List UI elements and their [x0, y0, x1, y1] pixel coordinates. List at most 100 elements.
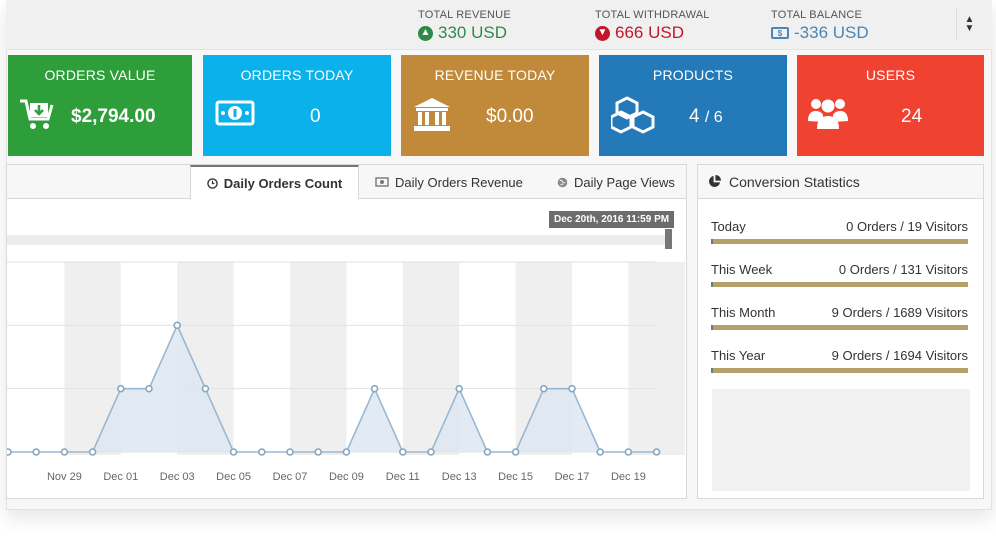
- row-value: 0 Orders / 19 Visitors: [846, 219, 968, 234]
- x-tick-label: Dec 03: [160, 471, 195, 483]
- progress-bar: [711, 368, 968, 373]
- data-point[interactable]: [201, 384, 210, 393]
- data-point[interactable]: [427, 448, 435, 456]
- x-tick-label: Dec 19: [611, 471, 646, 483]
- orders-chart-panel: Daily Orders Count Daily Orders Revenue …: [6, 164, 687, 499]
- tile-value: 24: [901, 106, 923, 127]
- x-tick-label: Dec 13: [442, 471, 477, 483]
- progress-bar: [711, 282, 968, 287]
- tab-label: Daily Page Views: [574, 174, 675, 190]
- tile-value: $0.00: [486, 106, 534, 127]
- tile-revenue-today[interactable]: REVENUE TODAY $0.00: [401, 55, 589, 156]
- x-tick-label: Dec 15: [498, 471, 533, 483]
- progress-bar: [711, 239, 968, 244]
- tab-label: Daily Orders Count: [223, 175, 343, 191]
- tab-label: Daily Orders Revenue: [395, 174, 523, 190]
- data-point[interactable]: [145, 384, 153, 393]
- progress-bar: [711, 325, 968, 330]
- tab-daily-page-views[interactable]: Daily Page Views: [557, 165, 675, 199]
- tile-title: USERS: [865, 67, 916, 83]
- chart-tabs: Daily Orders Count Daily Orders Revenue …: [7, 165, 686, 200]
- total-balance: TOTAL BALANCE $ -336 USD: [771, 9, 869, 43]
- cart-download-icon: [20, 99, 54, 129]
- tile-value: 0: [310, 106, 321, 127]
- orders-count-chart: Nov 29 Dec 01 Dec 03 Dec 05 Dec 07 Dec 09 Dec …: [7, 261, 685, 483]
- row-value: 9 Orders / 1694 Visitors: [831, 348, 968, 363]
- x-tick-label: Dec 11: [386, 471, 420, 483]
- total-revenue-label: TOTAL REVENUE: [418, 9, 511, 21]
- data-point[interactable]: [229, 448, 238, 456]
- row-value: 0 Orders / 131 Visitors: [838, 262, 968, 277]
- tile-value: 4 / 6: [689, 106, 723, 128]
- users-icon: [808, 99, 848, 129]
- data-point[interactable]: [258, 448, 266, 456]
- x-tick-label: Dec 01: [103, 471, 138, 483]
- grid-band: [290, 262, 347, 455]
- total-balance-label: TOTAL BALANCE: [771, 9, 863, 21]
- data-point[interactable]: [32, 448, 41, 456]
- products-count: 4: [689, 106, 700, 127]
- data-point[interactable]: [286, 448, 294, 456]
- tile-orders-today[interactable]: ORDERS TODAY 0: [203, 55, 391, 156]
- conversion-header: Conversion Statistics: [698, 165, 983, 199]
- sort-toggle-icon[interactable]: ▲ ▼: [956, 8, 982, 40]
- row-label: This Month: [711, 305, 776, 320]
- tile-value: $2,794.00: [71, 106, 156, 127]
- data-point[interactable]: [483, 448, 492, 456]
- cubes-icon: [611, 96, 655, 134]
- data-point[interactable]: [342, 448, 351, 456]
- money-icon: $: [771, 27, 789, 39]
- data-point[interactable]: [455, 384, 464, 393]
- grid-band: [628, 262, 685, 455]
- total-revenue: TOTAL REVENUE ▲ 330 USD: [418, 9, 511, 43]
- bank-icon: [414, 98, 450, 131]
- tile-title: PRODUCTS: [652, 67, 734, 83]
- conversion-panel: Conversion Statistics Today 0 Orders / 1…: [697, 164, 984, 499]
- data-point[interactable]: [370, 384, 379, 393]
- total-withdrawal-label: TOTAL WITHDRAWAL: [595, 9, 710, 21]
- data-point[interactable]: [539, 384, 548, 393]
- tab-daily-orders-revenue[interactable]: Daily Orders Revenue: [375, 165, 523, 199]
- data-point[interactable]: [7, 448, 12, 456]
- timeline-scroll-handle[interactable]: [665, 229, 672, 249]
- tile-products[interactable]: PRODUCTS 4 / 6: [599, 55, 787, 156]
- data-point[interactable]: [624, 448, 633, 456]
- row-label: This Year: [711, 348, 766, 363]
- date-tooltip: Dec 20th, 2016 11:59 PM: [549, 211, 675, 228]
- clock-icon: [206, 177, 218, 189]
- data-point[interactable]: [596, 448, 605, 456]
- data-point[interactable]: [60, 448, 69, 456]
- x-tick-label: Nov 29: [47, 471, 82, 483]
- tile-title: ORDERS TODAY: [240, 67, 354, 83]
- total-balance-value: -336 USD: [794, 23, 869, 42]
- conversion-empty-area: [712, 389, 970, 491]
- row-label: This Week: [711, 262, 773, 277]
- totals-bar: TOTAL REVENUE ▲ 330 USD TOTAL WITHDRAWAL …: [6, 0, 992, 50]
- arrow-down-icon: ▼: [595, 25, 610, 41]
- x-tick-label: Dec 05: [216, 471, 251, 483]
- data-point[interactable]: [117, 384, 125, 393]
- conversion-title: Conversion Statistics: [729, 173, 860, 190]
- data-point[interactable]: [88, 448, 97, 456]
- money-icon: [375, 177, 389, 187]
- data-point[interactable]: [568, 384, 576, 393]
- data-point[interactable]: [314, 448, 323, 456]
- tile-orders-value[interactable]: ORDERS VALUE $2,794.00: [8, 55, 192, 156]
- total-withdrawal-value: 666 USD: [615, 23, 684, 42]
- tile-users[interactable]: USERS 24: [797, 55, 984, 156]
- data-point[interactable]: [398, 448, 407, 456]
- globe-icon: [557, 177, 568, 187]
- x-tick-label: Dec 09: [329, 471, 364, 483]
- row-value: 9 Orders / 1689 Visitors: [831, 305, 968, 320]
- data-point[interactable]: [511, 448, 520, 456]
- data-point[interactable]: [173, 321, 181, 330]
- total-withdrawal: TOTAL WITHDRAWAL ▼ 666 USD: [595, 9, 710, 43]
- data-point[interactable]: [652, 448, 661, 456]
- x-tick-label: Dec 17: [555, 471, 590, 483]
- timeline-scrollbar[interactable]: [7, 235, 667, 245]
- tab-daily-orders-count[interactable]: Daily Orders Count: [190, 165, 359, 200]
- tile-title: REVENUE TODAY: [434, 67, 556, 83]
- row-label: Today: [711, 219, 746, 234]
- pie-chart-icon: [709, 175, 721, 187]
- x-tick-label: Dec 07: [273, 471, 308, 483]
